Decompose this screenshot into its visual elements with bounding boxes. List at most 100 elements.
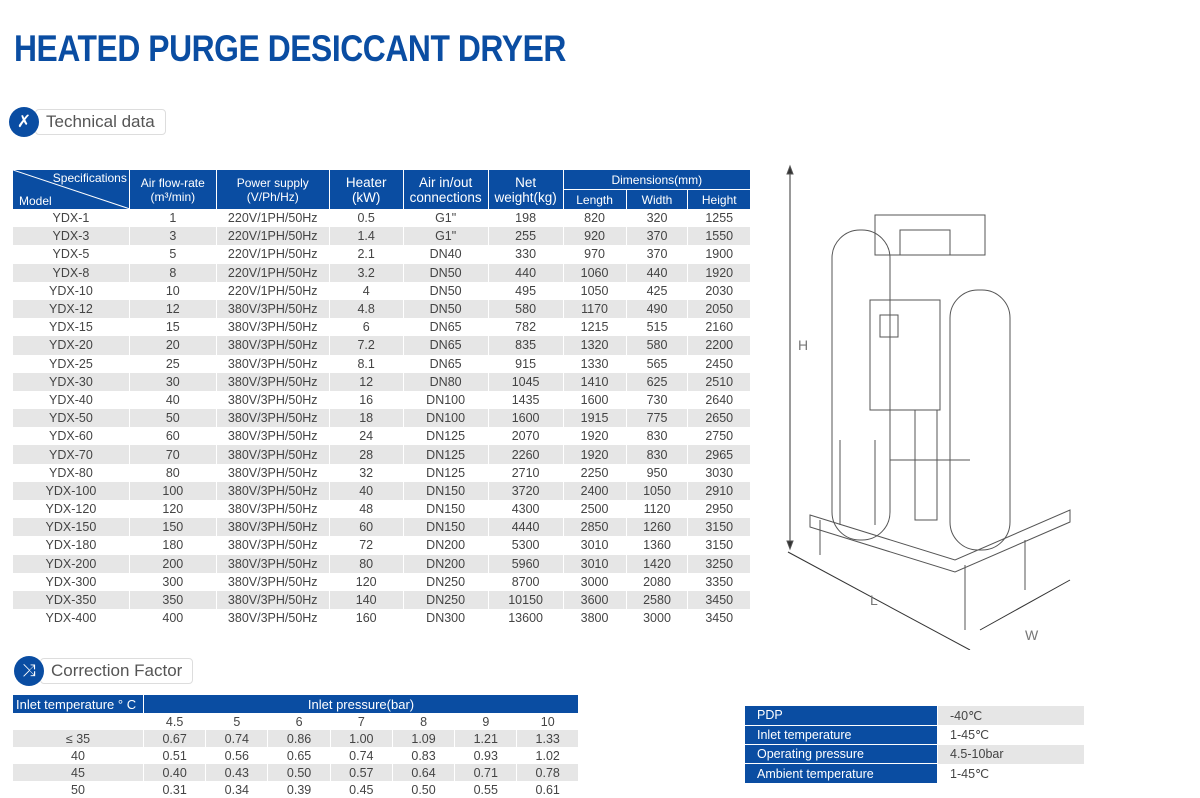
cell-height: 3450 — [687, 590, 750, 610]
cell-flow: 180 — [128, 536, 217, 555]
cell-length: 1920 — [562, 427, 627, 446]
table-row: YDX-400 400 380V/3PH/50Hz 160 DN300 13600 3800… — [12, 609, 750, 628]
cell-weight: 13600 — [487, 609, 564, 628]
cell-heater: 160 — [328, 609, 404, 628]
cell-flow: 8 — [128, 263, 217, 282]
cell-width: 515 — [625, 318, 688, 337]
cell-weight: 4440 — [487, 518, 564, 537]
condition-label: PDP — [744, 706, 938, 726]
specifications-label: Specifications — [52, 171, 127, 185]
cell-model: YDX-100 — [12, 481, 130, 500]
cell-weight: 580 — [487, 299, 564, 319]
cell-height: 2750 — [687, 427, 750, 446]
cell-flow: 30 — [128, 372, 217, 391]
cell-width: 775 — [625, 409, 688, 428]
cell-weight: 4300 — [487, 500, 564, 519]
cell-model: YDX-8 — [12, 263, 130, 282]
factor-cell: 1.33 — [516, 730, 578, 748]
height-header: Height — [687, 189, 750, 209]
cell-connections: DN65 — [402, 336, 489, 355]
cell-length: 2250 — [562, 463, 627, 482]
cell-weight: 2260 — [487, 445, 564, 464]
technical-data-section-header: ✗ Technical data — [9, 107, 166, 137]
cell-weight: 2710 — [487, 463, 564, 482]
pressure-cell: 5 — [205, 713, 268, 731]
condition-value: 4.5-10bar — [937, 744, 1084, 764]
cell-heater: 0.5 — [328, 209, 404, 228]
cell-width: 1420 — [625, 554, 688, 573]
cell-width: 1050 — [625, 481, 688, 500]
factor-cell: 0.67 — [142, 730, 206, 748]
factor-cell: 0.83 — [391, 747, 455, 765]
cell-width: 830 — [625, 445, 688, 464]
cell-flow: 12 — [128, 299, 217, 319]
cell-heater: 60 — [328, 518, 404, 537]
dryer-drawing: H L W — [786, 164, 1071, 650]
cell-flow: 10 — [128, 281, 217, 300]
cell-height: 1255 — [687, 209, 750, 228]
section-label: Technical data — [35, 109, 166, 135]
cell-height: 3450 — [687, 609, 750, 628]
table-row: YDX-60 60 380V/3PH/50Hz 24 DN125 2070 1920 830 2… — [12, 427, 750, 446]
factor-cell: 1.21 — [454, 730, 517, 748]
cell-height: 2910 — [687, 481, 750, 500]
cell-model: YDX-70 — [12, 445, 130, 464]
factor-cell: 0.56 — [205, 747, 268, 765]
cell-flow: 50 — [128, 409, 217, 428]
cell-model: YDX-15 — [12, 318, 130, 337]
cell-model: YDX-150 — [12, 518, 130, 537]
cell-height: 3350 — [687, 572, 750, 591]
cell-height: 3250 — [687, 554, 750, 573]
cell-power: 380V/3PH/50Hz — [215, 336, 330, 355]
cell-length: 1915 — [562, 409, 627, 428]
cell-length: 1060 — [562, 263, 627, 282]
cell-weight: 440 — [487, 263, 564, 282]
cell-model: YDX-3 — [12, 227, 130, 246]
cell-model: YDX-12 — [12, 299, 130, 319]
cell-height: 1900 — [687, 245, 750, 264]
table-row: YDX-300 300 380V/3PH/50Hz 120 DN250 8700 3000 2… — [12, 572, 750, 591]
power-header: Power supply (V/Ph/Hz) — [215, 170, 330, 209]
correction-factor-table: Inlet temperature ° C Inlet pressure(bar… — [12, 695, 578, 798]
cell-height: 2950 — [687, 500, 750, 519]
cell-heater: 16 — [328, 390, 404, 410]
cell-connections: DN200 — [402, 554, 489, 573]
factor-cell: 1.02 — [516, 747, 578, 765]
pressure-cell: 6 — [267, 713, 331, 731]
cell-weight: 2070 — [487, 427, 564, 446]
cell-weight: 3720 — [487, 481, 564, 500]
cell-width: 830 — [625, 427, 688, 446]
cell-length: 3010 — [562, 536, 627, 555]
cell-power: 380V/3PH/50Hz — [215, 318, 330, 337]
cell-width: 2080 — [625, 572, 688, 591]
factor-cell: 0.57 — [329, 764, 393, 782]
factor-cell: 0.71 — [454, 764, 517, 782]
cell-width: 730 — [625, 390, 688, 410]
condition-value: 1-45℃ — [937, 725, 1084, 745]
cell-power: 380V/3PH/50Hz — [215, 536, 330, 555]
factor-cell: 0.93 — [454, 747, 517, 765]
cell-power: 380V/3PH/50Hz — [215, 609, 330, 628]
cell-connections: DN50 — [402, 281, 489, 300]
table-row: YDX-15 15 380V/3PH/50Hz 6 DN65 782 1215 515 2160 — [12, 318, 750, 337]
cell-connections: DN50 — [402, 263, 489, 282]
cell-model: YDX-350 — [12, 590, 130, 610]
cell-power: 380V/3PH/50Hz — [215, 427, 330, 446]
cell-width: 1360 — [625, 536, 688, 555]
cell-model: YDX-30 — [12, 372, 130, 391]
cell-weight: 330 — [487, 245, 564, 264]
cell-height: 3030 — [687, 463, 750, 482]
cell-power: 380V/3PH/50Hz — [215, 500, 330, 519]
length-header: Length — [562, 189, 627, 209]
table-row: YDX-180 180 380V/3PH/50Hz 72 DN200 5300 3010 13… — [12, 536, 750, 555]
table-row: YDX-8 8 220V/1PH/50Hz 3.2 DN50 440 1060 440 1920 — [12, 263, 750, 282]
cell-heater: 40 — [328, 481, 404, 500]
cell-weight: 5960 — [487, 554, 564, 573]
cell-power: 220V/1PH/50Hz — [215, 227, 330, 246]
table-row: YDX-70 70 380V/3PH/50Hz 28 DN125 2260 1920 830 2… — [12, 445, 750, 464]
factor-cell: 0.50 — [267, 764, 331, 782]
cell-power: 380V/3PH/50Hz — [215, 445, 330, 464]
cell-heater: 12 — [328, 372, 404, 391]
condition-label: Ambient temperature — [744, 763, 938, 784]
condition-value: 1-45℃ — [937, 763, 1084, 784]
